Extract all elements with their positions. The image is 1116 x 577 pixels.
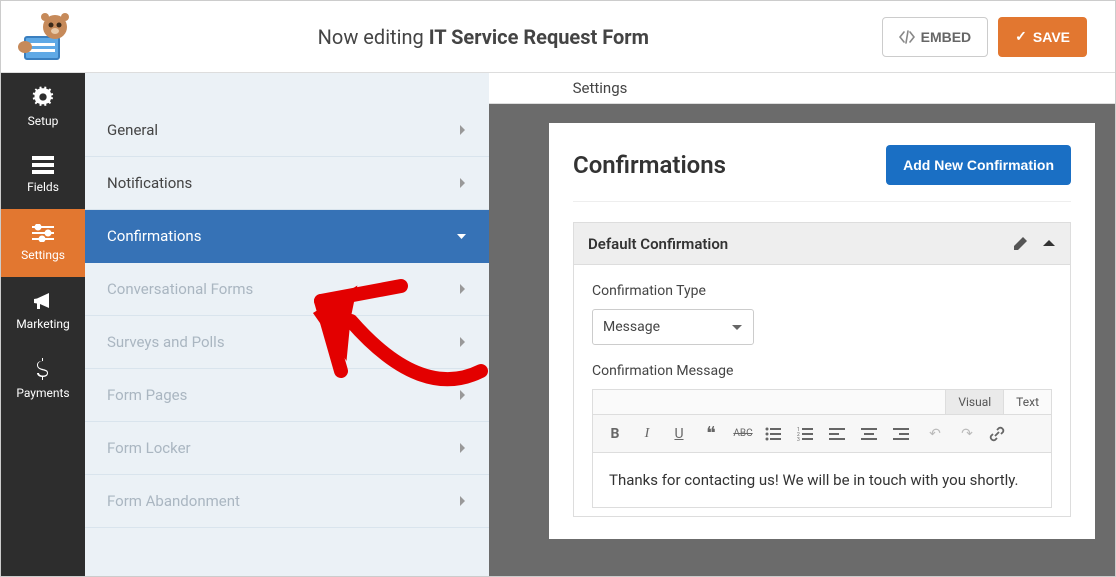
sidebar-item-label: Payments [16,386,69,400]
quote-icon[interactable]: ❝ [701,423,721,444]
redo-icon[interactable]: ↷ [957,426,977,442]
code-icon [899,30,915,44]
list-icon [32,156,54,174]
confirmation-type-select[interactable]: Message [592,309,754,345]
align-center-icon[interactable] [861,427,881,441]
editor-content[interactable]: Thanks for contacting us! We will be in … [593,453,1051,507]
svg-text:3: 3 [797,437,800,441]
confirmation-item: Default Confirmation Con [573,222,1071,517]
chevron-up-icon[interactable] [1042,236,1056,252]
chevron-right-icon [459,177,467,189]
chevron-right-icon [459,389,467,401]
settings-item-label: General [107,121,158,139]
settings-item-surveys-and-polls[interactable]: Surveys and Polls [85,316,489,369]
topbar-actions: EMBED ✓ SAVE [882,17,1115,57]
embed-label: EMBED [921,29,972,45]
settings-panel: General Notifications Confirmations Convers… [85,73,489,576]
link-icon[interactable] [989,426,1009,442]
chevron-right-icon [459,336,467,348]
save-label: SAVE [1033,29,1070,45]
settings-item-label: Conversational Forms [107,280,253,298]
chevron-right-icon [459,495,467,507]
sidebar-item-label: Marketing [16,317,70,331]
dollar-icon [36,358,50,380]
sidebar-item-fields[interactable]: Fields [1,141,85,209]
settings-item-label: Confirmations [107,227,201,245]
editor-toolbar: B I U ❝ ABC 123 [593,415,1051,453]
sidebar-item-label: Setup [28,114,59,128]
bullet-list-icon[interactable] [765,427,785,441]
chevron-right-icon [459,124,467,136]
settings-item-confirmations[interactable]: Confirmations [85,210,489,263]
confirmation-name: Default Confirmation [588,235,728,253]
number-list-icon[interactable]: 123 [797,427,817,441]
settings-item-label: Form Locker [107,439,191,457]
settings-item-notifications[interactable]: Notifications [85,157,489,210]
chevron-down-icon [456,231,467,242]
undo-icon[interactable]: ↶ [925,426,945,442]
chevron-right-icon [459,283,467,295]
gear-icon [32,86,54,108]
check-icon: ✓ [1015,28,1027,45]
confirmation-message-label: Confirmation Message [592,363,1052,379]
strike-icon[interactable]: ABC [733,428,753,439]
form-name: IT Service Request Form [429,25,649,49]
confirmations-title: Confirmations [573,151,726,179]
settings-item-general[interactable]: General [85,104,489,157]
sidebar: Setup Fields Settings Marketing [1,73,85,576]
select-value: Message [603,319,660,335]
align-left-icon[interactable] [829,427,849,441]
main-area: Settings Confirmations Add New Confirmat… [489,73,1115,576]
confirmations-card: Confirmations Add New Confirmation Defau… [549,123,1095,539]
megaphone-icon [32,291,54,311]
italic-icon[interactable]: I [637,426,657,442]
settings-item-conversational-forms[interactable]: Conversational Forms [85,263,489,316]
editor-tab-text[interactable]: Text [1003,390,1051,414]
app-logo [1,11,85,63]
sidebar-item-payments[interactable]: Payments [1,345,85,413]
sidebar-item-marketing[interactable]: Marketing [1,277,85,345]
bold-icon[interactable]: B [605,426,625,442]
sidebar-item-settings[interactable]: Settings [1,209,85,277]
chevron-right-icon [459,442,467,454]
settings-item-label: Notifications [107,174,192,192]
settings-item-label: Surveys and Polls [107,333,225,351]
sidebar-item-setup[interactable]: Setup [1,73,85,141]
editor-tab-visual[interactable]: Visual [945,390,1003,414]
chevron-down-icon [731,321,743,333]
save-button[interactable]: ✓ SAVE [998,17,1087,57]
confirmation-header[interactable]: Default Confirmation [574,223,1070,265]
message-editor: Visual Text B I U ❝ ABC [592,389,1052,508]
editing-prefix: Now editing [318,25,424,49]
topbar-title: Now editing IT Service Request Form [85,25,882,49]
sliders-icon [32,224,54,242]
topbar: Now editing IT Service Request Form EMBE… [1,1,1115,73]
settings-item-form-pages[interactable]: Form Pages [85,369,489,422]
settings-item-label: Form Abandonment [107,492,240,510]
align-right-icon[interactable] [893,427,913,441]
settings-item-label: Form Pages [107,386,187,404]
underline-icon[interactable]: U [669,426,689,442]
add-confirmation-button[interactable]: Add New Confirmation [886,145,1071,185]
settings-item-form-locker[interactable]: Form Locker [85,422,489,475]
sidebar-item-label: Fields [27,180,59,194]
settings-item-form-abandonment[interactable]: Form Abandonment [85,475,489,528]
sidebar-item-label: Settings [21,248,65,262]
pencil-icon[interactable] [1012,236,1028,252]
confirmation-type-label: Confirmation Type [592,283,1052,299]
embed-button[interactable]: EMBED [882,17,989,57]
